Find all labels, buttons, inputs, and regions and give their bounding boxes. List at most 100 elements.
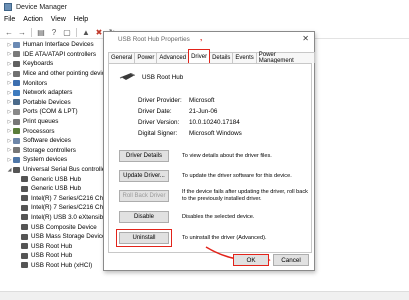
window-titlebar: Device Manager [0,0,409,14]
chevron-right-icon[interactable]: ▷ [6,119,13,125]
tree-device[interactable]: USB Mass Storage Device [0,232,110,242]
chevron-down-icon[interactable]: ◢ [6,167,13,173]
menu-action[interactable]: Action [23,16,42,23]
back-arrow-icon[interactable]: ← [4,27,14,37]
prop-value: 10.0.10240.17184 [189,119,240,126]
tree-device[interactable]: USB Root Hub [0,241,110,251]
chevron-right-icon[interactable]: ▷ [6,109,13,115]
tab-driver[interactable]: Driver [188,49,211,63]
tree-item-label: Intel(R) USB 3.0 eXtensible Host Control… [31,213,110,221]
device-icon [13,41,20,48]
chevron-right-icon[interactable]: ▷ [6,51,13,57]
device-icon [13,89,20,96]
device-icon [21,243,28,250]
tab-details[interactable]: Details [209,52,234,63]
chevron-right-icon[interactable]: ▷ [6,42,13,48]
device-icon [21,224,28,231]
chevron-right-icon[interactable]: ▷ [6,71,13,77]
tab-general[interactable]: General [108,52,136,63]
menu-file[interactable]: File [4,16,15,23]
device-icon [13,70,20,77]
device-manager-icon [4,3,12,11]
uninstall-button[interactable]: Uninstall [116,229,172,247]
menu-help[interactable]: Help [74,16,88,23]
monitor-icon[interactable]: ▢ [62,27,72,37]
tree-device[interactable]: Generic USB Hub [0,184,110,194]
update-driver-desc: To update the driver software for this d… [182,173,292,179]
prop-label: Driver Version: [138,119,180,126]
driver-tab-panel: USB Root Hub Driver Provider: Microsoft … [108,63,312,253]
tree-device[interactable]: Intel(R) 7 Series/C216 Chipset Family US… [0,194,110,204]
device-icon [13,137,20,144]
chevron-right-icon[interactable]: ▷ [6,147,13,153]
tree-item-label: Mice and other pointing devices [23,70,110,78]
tree-device[interactable]: USB Root Hub [0,251,110,261]
tab-power-management[interactable]: Power Management [255,52,315,64]
tree-item-label: Software devices [23,137,71,145]
tree-category[interactable]: ▷ Portable Devices [0,98,110,108]
disable-button[interactable]: Disable [119,211,169,223]
menu-view[interactable]: View [51,16,66,23]
tree-category[interactable]: ▷ Human Interface Devices [0,40,110,50]
tab-power[interactable]: Power [134,52,158,63]
update-driver-icon[interactable]: ▲ [81,27,91,37]
device-icon [13,99,20,106]
prop-value: Microsoft [189,97,215,104]
device-icon [13,80,20,87]
ok-button[interactable]: OK [233,254,269,266]
tree-device[interactable]: Intel(R) 7 Series/C216 Chipset Family US… [0,203,110,213]
properties-icon[interactable]: ▤ [36,27,46,37]
chevron-right-icon[interactable]: ▷ [6,61,13,67]
tree-device[interactable]: Intel(R) USB 3.0 eXtensible Host Control… [0,213,110,223]
tree-device[interactable]: Generic USB Hub [0,174,110,184]
tree-device[interactable]: USB Root Hub (xHCI) [0,261,110,271]
tree-category[interactable]: ▷ Monitors [0,78,110,88]
toolbar-separator [31,27,32,37]
tree-category[interactable]: ▷ Software devices [0,136,110,146]
help-icon[interactable]: ? [49,27,59,37]
tree-item-label: Processors [23,127,55,135]
chevron-right-icon[interactable]: ▷ [6,90,13,96]
tab-advanced[interactable]: Advanced [156,52,190,63]
tree-category[interactable]: ▷ Mice and other pointing devices [0,69,110,79]
tree-item-label: Generic USB Hub [31,185,82,193]
close-icon[interactable]: ✕ [302,34,309,43]
cancel-button[interactable]: Cancel [273,254,309,266]
usb-hub-icon [119,73,135,80]
tree-category[interactable]: ▷ Keyboards [0,59,110,69]
chevron-right-icon[interactable]: ▷ [6,99,13,105]
chevron-right-icon[interactable]: ▷ [6,80,13,86]
prop-label: Driver Date: [138,108,172,115]
disable-desc: Disables the selected device. [182,214,255,220]
tree-item-label: USB Root Hub [31,252,73,260]
tree-device[interactable]: USB Composite Device [0,222,110,232]
tree-item-label: Portable Devices [23,98,71,106]
driver-version-row: Driver Version: 10.0.10240.17184 [138,119,240,126]
menu-bar: File Action View Help [0,14,409,25]
update-driver-button[interactable]: Update Driver... [119,170,169,182]
tab-strip: General Power Advanced Driver Details Ev… [108,49,315,64]
driver-details-button[interactable]: Driver Details [119,150,169,162]
tree-category[interactable]: ▷ IDE ATA/ATAPI controllers [0,50,110,60]
forward-arrow-icon[interactable]: → [17,27,27,37]
tree-category[interactable]: ▷ Ports (COM & LPT) [0,107,110,117]
device-icon [13,166,20,173]
tree-category[interactable]: ◢ Universal Serial Bus controllers [0,165,110,175]
tab-events[interactable]: Events [232,52,257,63]
chevron-right-icon[interactable]: ▷ [6,128,13,134]
chevron-right-icon[interactable]: ▷ [6,138,13,144]
tree-item-label: Network adapters [23,89,73,97]
tree-item-label: Generic USB Hub [31,175,82,183]
chevron-right-icon[interactable]: ▷ [6,157,13,163]
tree-category[interactable]: ▷ Network adapters [0,88,110,98]
window-title: Device Manager [16,3,67,11]
tree-item-label: Storage controllers [23,146,76,154]
tree-category[interactable]: ▷ System devices [0,155,110,165]
driver-date-row: Driver Date: 21-Jun-06 [138,108,217,115]
tree-category[interactable]: ▷ Print queues [0,117,110,127]
roll-back-driver-button[interactable]: Roll Back Driver [119,190,169,202]
properties-dialog: USB Root Hub Properties ✕ General Power … [103,31,315,271]
driver-details-desc: To view details about the driver files. [182,153,272,159]
tree-category[interactable]: ▷ Storage controllers [0,146,110,156]
tree-category[interactable]: ▷ Processors [0,126,110,136]
